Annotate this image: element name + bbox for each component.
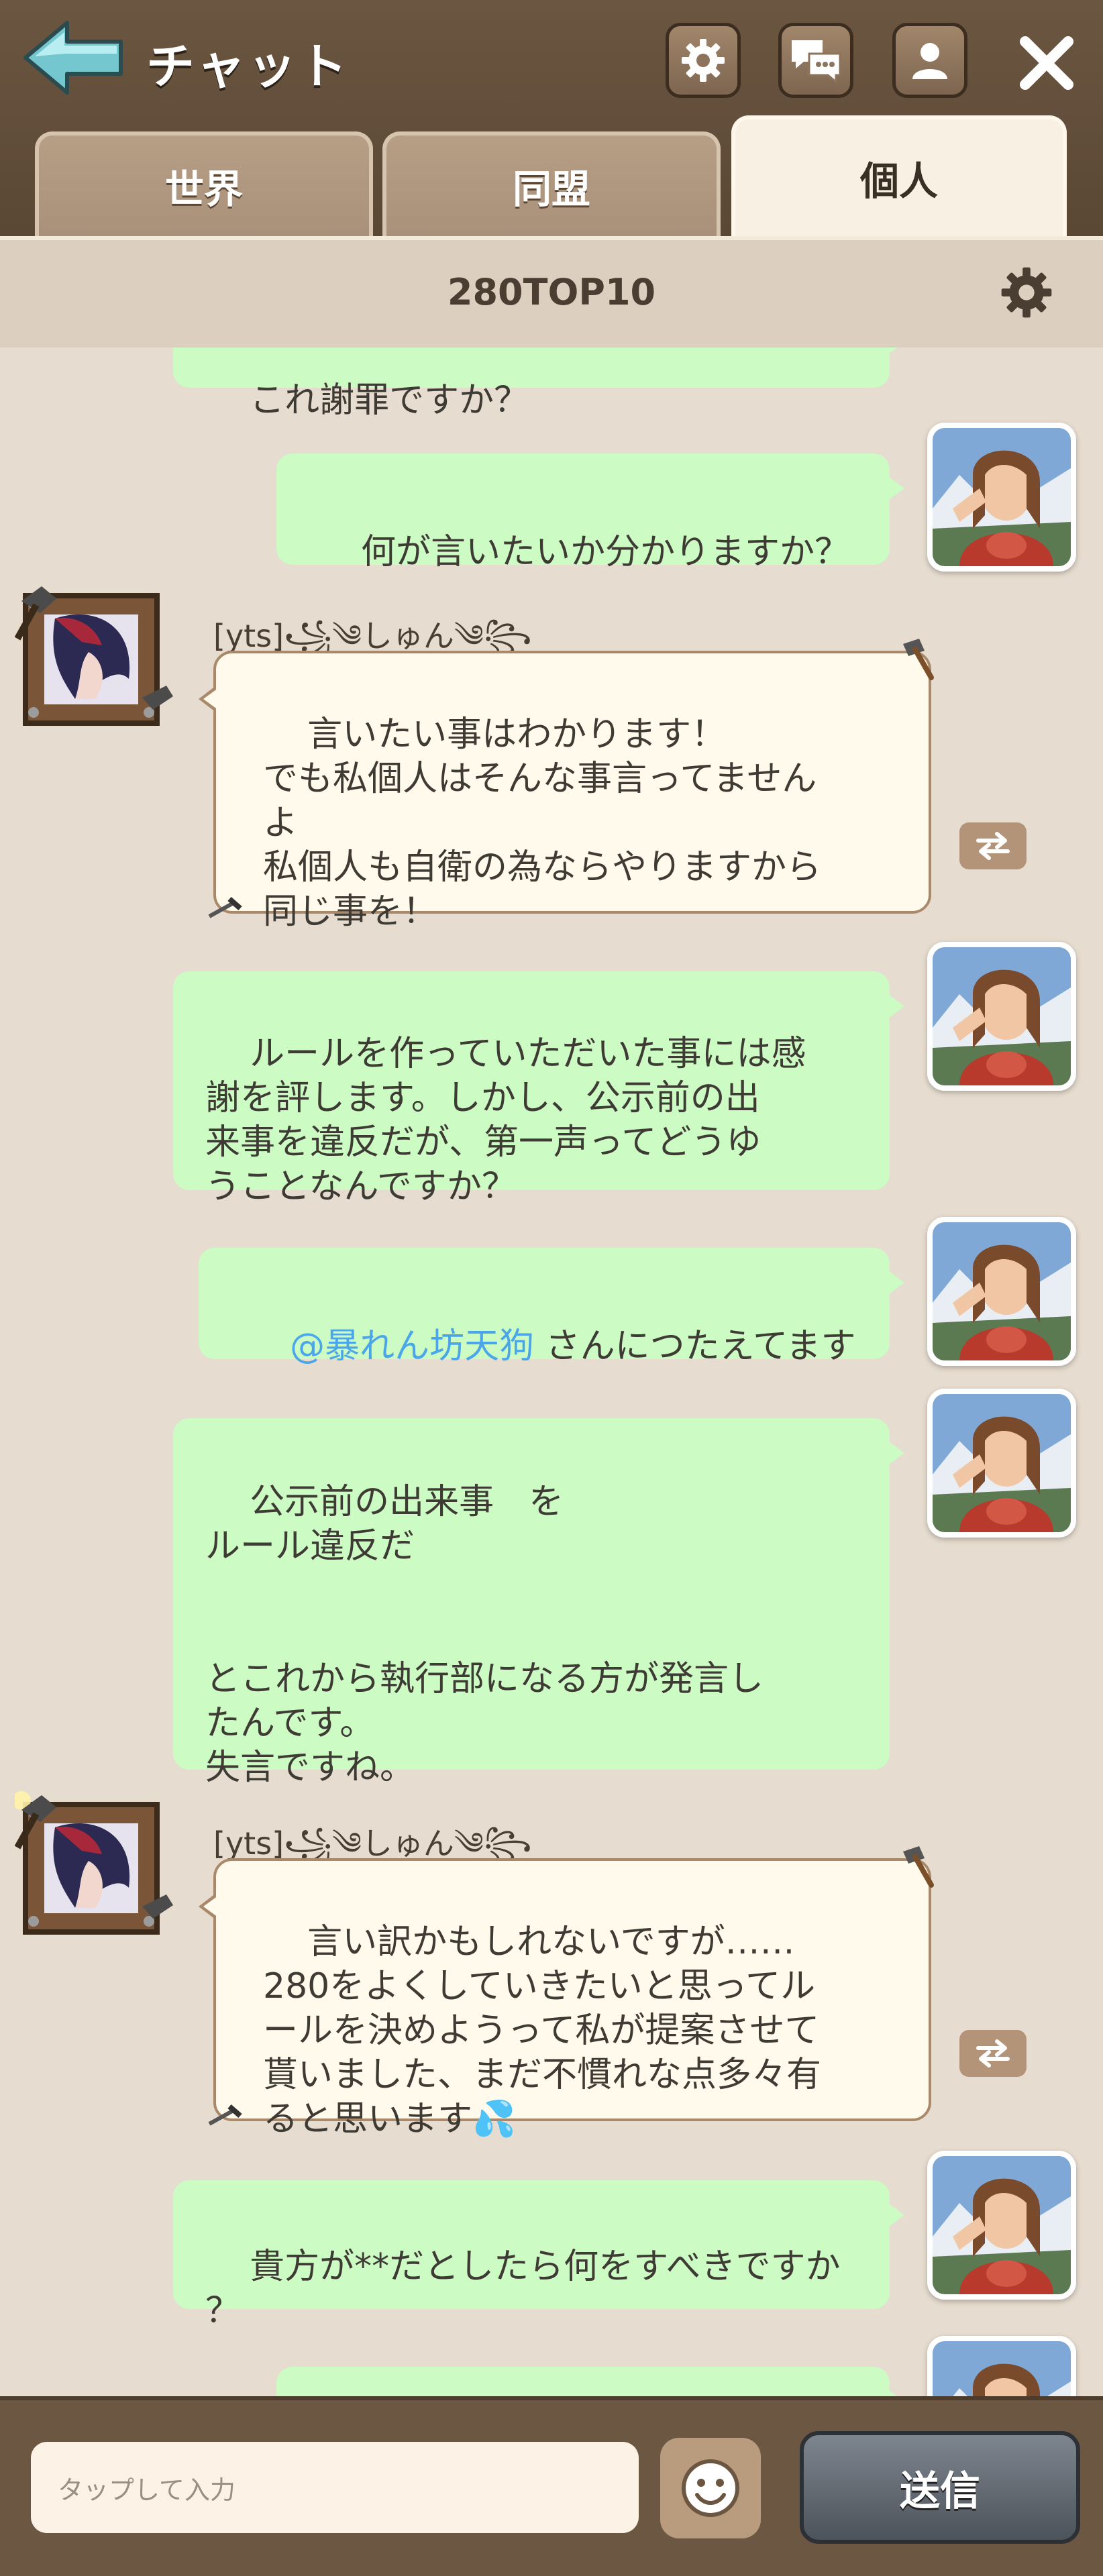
player-avatar-icon [933,1394,1071,1532]
player-avatar-icon [12,1791,173,1935]
avatar-other[interactable] [14,578,176,739]
mention-link[interactable]: @暴れん坊天狗 [290,1326,534,1366]
avatar[interactable] [927,942,1076,1091]
player-avatar-icon [933,2341,1071,2396]
chat-list-button[interactable] [778,23,853,98]
avatar[interactable] [927,423,1076,572]
avatar[interactable] [927,1217,1076,1366]
message-text: 言い訳かもしれないですが…… 280をよくしていきたいと思ってル ールを決めよう… [263,1922,822,2139]
room-header: 280TOP10 [0,236,1103,347]
chat-bubbles-icon [792,40,841,85]
message-mine: 貴方が**だとしたら何をすべきですか ？ [173,2180,904,2331]
player-avatar-icon [933,2156,1071,2294]
message-text: ルールを作っていただいた事には感 謝を評します。しかし、公示前の出 来事を違反だ… [205,1034,806,1207]
close-icon [1020,36,1073,90]
tab-label: 同盟 [512,166,590,212]
player-avatar-icon [933,947,1071,1085]
gear-icon [1001,267,1052,318]
translate-swap-icon [976,832,1010,860]
back-button[interactable] [20,17,127,98]
close-button[interactable] [1013,30,1080,97]
avatar-other[interactable] [12,1787,176,1948]
smiley-icon [682,2459,739,2517]
input-bar: タップして入力 送信 [0,2396,1103,2576]
room-name: 280TOP10 [447,271,656,313]
message-other: 言いたい事はわかります！ でも私個人はそんな事言ってません よ 私個人も自衛の為… [199,639,934,932]
translate-button[interactable] [959,2030,1027,2077]
hammer-icon [903,1846,934,1888]
send-button[interactable]: 送信 [800,2431,1080,2544]
message-mine: 何が言いたいか分かりますか？ [276,453,904,572]
input-placeholder: タップして入力 [58,2475,235,2505]
message-text: 何が言いたいか分かりますか？ [361,532,850,572]
message-other: 言い訳かもしれないですが…… 280をよくしていきたいと思ってル ールを決めよう… [199,1846,934,2139]
tab-label: 個人 [859,158,938,204]
message-text: さんにつたえてます [534,1326,856,1366]
message-mine: @暴れん坊天狗 さんにつたえてます [199,1248,904,1366]
message-mine: ルールを作っていただいた事には感 謝を評します。しかし、公示前の出 来事を違反だ… [173,971,904,1207]
message-text: 貴方が**だとしたら何をすべきですか ？ [205,2247,841,2331]
translate-button[interactable] [959,822,1027,869]
message-text: 公示前の出来事 を ルール違反だ とこれから執行部になる方が発言し たんです。 … [205,1482,764,1788]
chat-messages[interactable]: これ謝罪ですか？ 何が言いたいか分かりますか？ [yts]꧁༄しゅん༄꧂ 言いた… [0,347,1103,2396]
profile-icon [912,43,947,79]
message-mine [276,2367,904,2396]
message-text: これ謝罪ですか？ [250,380,529,421]
message-text: 言いたい事はわかります！ でも私個人はそんな事言ってません よ 私個人も自衛の為… [263,714,822,932]
translate-swap-icon [976,2039,1010,2068]
top-bar: チャット 世界 同盟 個人 [0,0,1103,236]
message-input[interactable]: タップして入力 [31,2442,639,2533]
message-mine: 公示前の出来事 を ルール違反だ とこれから執行部になる方が発言し たんです。 … [173,1418,904,1788]
send-label: 送信 [900,2467,980,2515]
hammer-icon [903,639,934,680]
gear-icon [682,39,725,82]
player-avatar-icon [14,586,173,726]
emoji-button[interactable] [660,2438,761,2538]
message-mine: これ謝罪ですか？ [173,347,904,421]
room-settings-button[interactable] [998,264,1055,321]
tab-personal[interactable]: 個人 [731,115,1067,236]
settings-button[interactable] [666,23,741,98]
player-avatar-icon [933,1222,1071,1360]
player-avatar-icon [933,428,1071,566]
page-title: チャット [146,38,350,95]
tab-world[interactable]: 世界 [35,131,373,236]
avatar[interactable] [927,1389,1076,1538]
back-arrow-icon [23,21,123,95]
profile-button[interactable] [892,23,967,98]
tab-label: 世界 [164,166,243,212]
avatar[interactable] [927,2336,1076,2396]
avatar[interactable] [927,2151,1076,2300]
tab-alliance[interactable]: 同盟 [382,131,721,236]
hammer-icon [208,2104,242,2126]
hammer-icon [208,896,242,918]
